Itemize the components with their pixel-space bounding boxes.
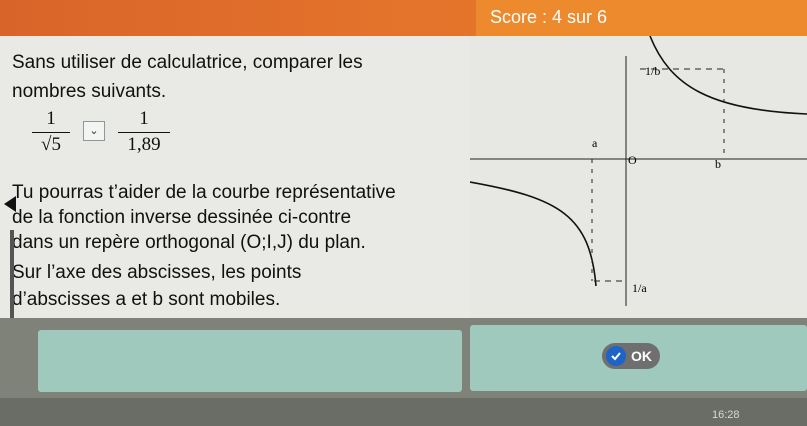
answer-panel-left — [38, 330, 462, 392]
fraction-2-denominator: 1,89 — [127, 134, 161, 155]
inverse-function-graph[interactable]: 1/b b a O 1/a — [469, 35, 807, 318]
fraction-one-over-root5: 1 √5 — [32, 108, 70, 156]
label-one-over-a: 1/a — [632, 281, 647, 295]
negative-branch — [469, 181, 597, 287]
fraction-1-denominator: √5 — [41, 134, 61, 155]
label-origin: O — [628, 153, 637, 167]
exercise-line-2: nombres suivants. — [12, 81, 167, 102]
hint-line-1: Tu pourras t’aider de la courbe représen… — [12, 182, 396, 203]
comparison-select[interactable]: ⌄ — [83, 121, 105, 141]
label-b: b — [715, 157, 721, 171]
fraction-1-bar — [32, 132, 70, 133]
exercise-line-1: Sans utiliser de calculatrice, comparer … — [12, 52, 363, 73]
fraction-one-over-1-89: 1 1,89 — [118, 108, 170, 156]
clock: 16:28 — [712, 409, 740, 421]
graph-canvas: 1/b b a O 1/a — [469, 35, 807, 306]
hint-line-3: dans un repère orthogonal (O;I,J) du pla… — [12, 232, 366, 253]
hint-line-4: Sur l’axe des abscisses, les points — [12, 262, 302, 283]
hint-line-5: d’abscisses a et b sont mobiles. — [12, 289, 281, 310]
check-icon — [606, 346, 626, 366]
label-a: a — [592, 136, 598, 150]
ok-button[interactable]: OK — [602, 343, 660, 369]
fraction-1-numerator: 1 — [46, 108, 56, 129]
system-bar — [0, 398, 807, 426]
left-arrow-icon[interactable] — [4, 196, 16, 212]
fraction-2-numerator: 1 — [139, 108, 149, 129]
ok-label: OK — [631, 348, 652, 364]
label-one-over-b: 1/b — [645, 64, 660, 78]
positive-branch — [649, 35, 807, 115]
hint-line-2: de la fonction inverse dessinée ci-contr… — [12, 207, 352, 228]
fraction-2-bar — [118, 132, 170, 133]
score-label: Score : 4 sur 6 — [490, 7, 608, 27]
